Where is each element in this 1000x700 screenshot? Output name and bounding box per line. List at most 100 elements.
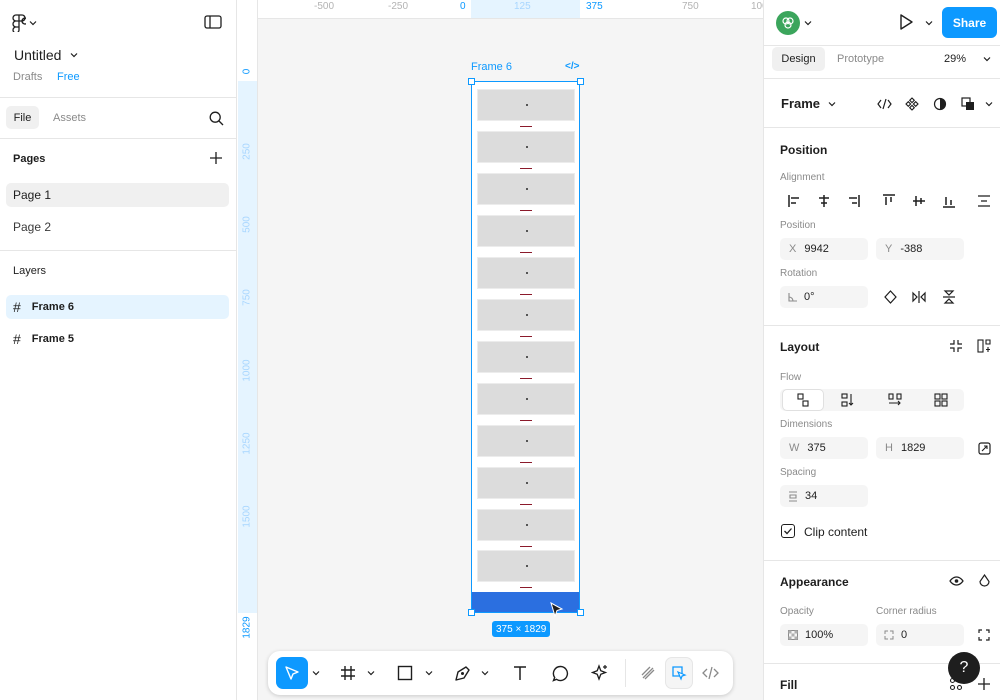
resize-handle-bottom-left[interactable] xyxy=(468,609,475,616)
dev-mode-button[interactable] xyxy=(696,657,724,689)
dimensions-label: Dimensions xyxy=(780,419,833,430)
main-menu-button[interactable] xyxy=(12,14,44,32)
frame-tool-menu[interactable] xyxy=(365,657,377,689)
spacing-field[interactable]: 34 xyxy=(780,485,868,507)
frame-child-rectangle[interactable] xyxy=(477,130,575,163)
distribute-button[interactable] xyxy=(972,190,996,212)
corner-radius-field[interactable]: 0 xyxy=(876,624,964,646)
independent-corners-button[interactable] xyxy=(972,624,996,646)
x-position-field[interactable]: X 9942 xyxy=(780,238,868,260)
shape-tool-menu[interactable] xyxy=(423,657,435,689)
y-position-field[interactable]: Y -388 xyxy=(876,238,964,260)
blend-mode-button[interactable] xyxy=(972,570,996,592)
align-bottom-button[interactable] xyxy=(937,190,961,212)
resize-handle-bottom-right[interactable] xyxy=(577,609,584,616)
frame-child-rectangle[interactable] xyxy=(477,424,575,457)
file-location-link[interactable]: Drafts xyxy=(13,71,42,83)
move-tool-button[interactable] xyxy=(276,657,308,689)
component-button[interactable] xyxy=(900,93,924,115)
avatar xyxy=(776,11,800,35)
file-name-button[interactable]: Untitled xyxy=(14,47,78,63)
height-field[interactable]: H 1829 xyxy=(876,437,964,459)
tab-assets[interactable]: Assets xyxy=(53,112,86,124)
flow-horizontal-button[interactable] xyxy=(883,389,907,411)
boolean-button[interactable] xyxy=(956,93,980,115)
zoom-menu[interactable] xyxy=(983,55,991,63)
flow-vertical-button[interactable] xyxy=(836,389,860,411)
vertical-ruler: 0 250 500 750 1000 1250 1500 1829 xyxy=(238,0,258,700)
frame-child-rectangle[interactable] xyxy=(477,214,575,247)
fit-content-button[interactable] xyxy=(944,335,968,357)
layer-item-frame-5[interactable]: # Frame 5 xyxy=(6,327,229,351)
y-label: Y xyxy=(885,243,893,255)
present-button[interactable] xyxy=(898,13,914,31)
toggle-sidebar-button[interactable] xyxy=(204,15,222,29)
frame-type-selector[interactable]: Frame xyxy=(781,96,836,111)
plan-badge[interactable]: Free xyxy=(57,71,80,83)
constrain-proportions-button[interactable] xyxy=(972,437,996,459)
frame-6[interactable] xyxy=(471,81,580,613)
clip-content-checkbox[interactable] xyxy=(781,524,795,538)
pen-icon xyxy=(454,665,470,681)
rotate-button[interactable] xyxy=(878,286,902,308)
search-button[interactable] xyxy=(209,111,224,126)
align-right-button[interactable] xyxy=(841,190,865,212)
frame-tool-button[interactable] xyxy=(334,657,362,689)
mask-button[interactable] xyxy=(928,93,952,115)
align-left-button[interactable] xyxy=(783,190,807,212)
frame-child-rectangle[interactable] xyxy=(477,298,575,331)
visibility-toggle[interactable] xyxy=(944,570,968,592)
add-page-button[interactable] xyxy=(209,151,223,165)
comment-tool-button[interactable] xyxy=(546,657,574,689)
tab-file[interactable]: File xyxy=(6,106,39,129)
rotation-field[interactable]: 0° xyxy=(780,286,868,308)
canvas[interactable]: -500 -250 0 125 375 750 1000 0 250 500 7… xyxy=(238,0,763,700)
opacity-field[interactable]: 100% xyxy=(780,624,868,646)
pen-tool-menu[interactable] xyxy=(479,657,491,689)
width-field[interactable]: W 375 xyxy=(780,437,868,459)
pen-tool-button[interactable] xyxy=(448,657,476,689)
flow-freeform-button[interactable] xyxy=(782,389,824,411)
page-item-1[interactable]: Page 1 xyxy=(6,183,229,207)
flip-horizontal-button[interactable] xyxy=(907,286,931,308)
tab-design[interactable]: Design xyxy=(772,47,825,71)
boolean-menu[interactable] xyxy=(985,100,993,108)
clip-content-label[interactable]: Clip content xyxy=(804,525,867,539)
resize-handle-top-right[interactable] xyxy=(577,78,584,85)
flow-grid-button[interactable] xyxy=(929,389,953,411)
shape-tool-button[interactable] xyxy=(391,657,419,689)
frame-child-rectangle[interactable] xyxy=(477,172,575,205)
actions-tool-button[interactable] xyxy=(586,657,614,689)
present-menu[interactable] xyxy=(925,19,933,27)
draw-mode-button[interactable] xyxy=(634,657,662,689)
frame-child-rectangle[interactable] xyxy=(477,550,575,583)
tab-prototype[interactable]: Prototype xyxy=(837,53,884,65)
move-tool-menu[interactable] xyxy=(310,657,322,689)
flip-vertical-button[interactable] xyxy=(937,286,961,308)
text-tool-button[interactable] xyxy=(506,657,534,689)
code-icon[interactable]: </> xyxy=(565,61,579,72)
resize-handle-top-left[interactable] xyxy=(468,78,475,85)
frame-name-label[interactable]: Frame 6 xyxy=(471,61,512,73)
layer-item-frame-6[interactable]: # Frame 6 xyxy=(6,295,229,319)
appearance-heading: Appearance xyxy=(780,575,849,589)
frame-child-rectangle[interactable] xyxy=(477,382,575,415)
dev-code-button[interactable] xyxy=(872,93,896,115)
layout-options-button[interactable] xyxy=(972,335,996,357)
align-bottom-icon xyxy=(943,197,955,208)
frame-child-rectangle[interactable] xyxy=(477,466,575,499)
align-center-h-button[interactable] xyxy=(812,190,836,212)
frame-child-rectangle[interactable] xyxy=(477,340,575,373)
frame-child-rectangle[interactable] xyxy=(477,256,575,289)
user-avatar-button[interactable] xyxy=(776,11,812,35)
frame-child-rectangle[interactable] xyxy=(477,508,575,541)
design-mode-button[interactable] xyxy=(665,657,693,689)
align-top-button[interactable] xyxy=(877,190,901,212)
help-button[interactable]: ? xyxy=(948,652,980,684)
page-item-2[interactable]: Page 2 xyxy=(6,215,229,239)
play-icon xyxy=(900,14,913,30)
share-button[interactable]: Share xyxy=(942,7,997,38)
zoom-level[interactable]: 29% xyxy=(944,53,966,65)
align-middle-button[interactable] xyxy=(907,190,931,212)
frame-child-rectangle[interactable] xyxy=(477,89,575,121)
